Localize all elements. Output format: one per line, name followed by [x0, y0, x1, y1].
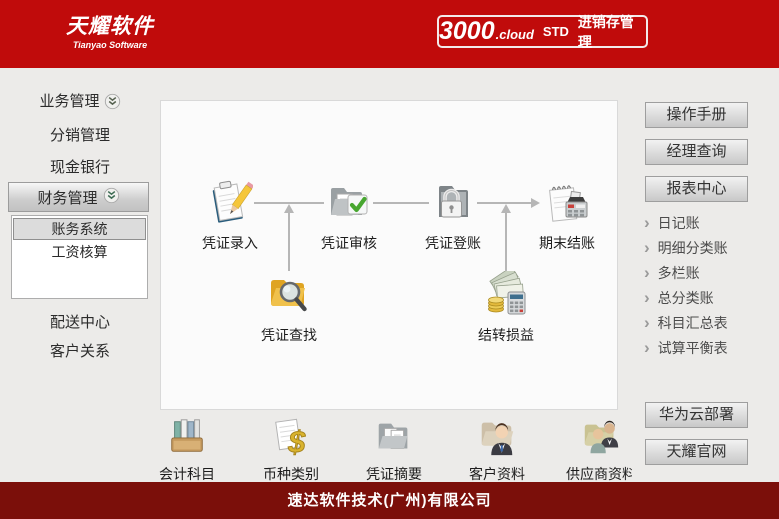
logo-title: 天耀软件 [66, 15, 154, 39]
submenu-item-payroll[interactable]: 工资核算 [13, 242, 146, 262]
sidebar-item-label: 现金银行 [50, 159, 110, 176]
workflow-step-voucher-audit[interactable]: 凭证审核 [301, 179, 397, 253]
report-link-label: 总分类账 [658, 288, 714, 308]
svg-text:$: $ [287, 425, 306, 458]
sidebar-item-label: 配送中心 [50, 314, 110, 331]
report-link-label: 试算平衡表 [658, 338, 728, 358]
report-link-subject-summary[interactable]: › 科目汇总表 [644, 313, 774, 333]
chevron-right-icon: › [644, 266, 650, 280]
shortcut-voucher-summary[interactable]: 凭证摘要 [349, 416, 439, 484]
report-link-label: 日记账 [658, 213, 700, 233]
badge-edition: STD [543, 24, 569, 39]
logo-subtitle: Tianyao Software [66, 40, 154, 50]
report-link-detail-ledger[interactable]: › 明细分类账 [644, 238, 774, 258]
folder-check-icon [326, 179, 372, 225]
workflow-step-label: 凭证查找 [241, 325, 337, 345]
shortcut-account-subjects[interactable]: 会计科目 [142, 416, 232, 484]
connector-line [505, 212, 507, 271]
report-link-journal[interactable]: › 日记账 [644, 213, 774, 233]
arrow-up-icon [501, 204, 511, 213]
report-link-general-ledger[interactable]: › 总分类账 [644, 288, 774, 308]
shortcut-label: 客户资料 [452, 464, 542, 484]
folder-search-icon [266, 271, 312, 317]
notepad-pencil-icon [207, 179, 253, 225]
report-link-label: 多栏账 [658, 263, 700, 283]
badge-cloud-suffix: .cloud [496, 27, 534, 46]
shortcut-label: 凭证摘要 [349, 464, 439, 484]
workflow-step-label: 凭证登账 [405, 233, 501, 253]
chevron-right-icon: › [644, 216, 650, 230]
customer-folder-icon [476, 416, 518, 458]
report-link-trial-balance[interactable]: › 试算平衡表 [644, 338, 774, 358]
huawei-cloud-button[interactable]: 华为云部署 [645, 402, 748, 428]
workflow-step-voucher-entry[interactable]: 凭证录入 [182, 179, 278, 253]
shortcut-label: 币种类别 [246, 464, 336, 484]
badge-number: 3000 [439, 19, 495, 44]
report-link-label: 明细分类账 [658, 238, 728, 258]
app-header: 天耀软件 Tianyao Software 3000 .cloud STD 进销… [0, 0, 779, 68]
dollar-document-icon: $ [270, 416, 312, 458]
workflow-step-label: 结转损益 [458, 325, 554, 345]
badge-product-name: 进销存管理 [578, 12, 646, 52]
sidebar-item-label: 财务管理 [37, 187, 97, 208]
footer-bar: 速达软件技术(广州)有限公司 [0, 482, 779, 519]
right-panel: 操作手册 经理查询 报表中心 › 日记账 › 明细分类账 › 多栏账 › 总分类账 › 科… [632, 68, 779, 482]
app-window: 天耀软件 Tianyao Software 3000 .cloud STD 进销… [0, 0, 779, 519]
chevron-right-icon: › [644, 316, 650, 330]
workflow-step-label: 期末结账 [519, 233, 615, 253]
left-sidebar: 业务管理 分销管理 现金银行 财务管理 账务系统 工资核算 配送中心 客户关系 [0, 68, 160, 482]
workflow-canvas: 凭证录入 凭证审核 [160, 100, 618, 410]
chevron-down-circle-icon [104, 97, 121, 114]
workflow-step-voucher-post[interactable]: 凭证登账 [405, 179, 501, 253]
sidebar-item-customer-relation[interactable]: 客户关系 [0, 340, 160, 361]
sidebar-item-delivery[interactable]: 配送中心 [0, 311, 160, 332]
sidebar-item-cash-bank[interactable]: 现金银行 [0, 156, 160, 177]
notepad-register-icon [544, 179, 590, 225]
shortcut-customer-info[interactable]: 客户资料 [452, 416, 542, 484]
sidebar-item-distribution[interactable]: 分销管理 [0, 124, 160, 145]
company-name: 速达软件技术(广州)有限公司 [288, 492, 492, 509]
manual-button[interactable]: 操作手册 [645, 102, 748, 128]
chevron-right-icon: › [644, 291, 650, 305]
product-badge: 3000 .cloud STD 进销存管理 [437, 15, 648, 48]
logo: 天耀软件 Tianyao Software [66, 15, 154, 50]
workflow-step-profit-carryover[interactable]: 结转损益 [458, 271, 554, 345]
chevron-right-icon: › [644, 241, 650, 255]
sidebar-item-finance[interactable]: 财务管理 [8, 182, 149, 212]
submenu-item-accounting-system[interactable]: 账务系统 [13, 218, 146, 240]
money-calculator-icon [483, 271, 529, 317]
workflow-step-voucher-search[interactable]: 凭证查找 [241, 271, 337, 345]
folder-docs-icon [373, 416, 415, 458]
arrow-up-icon [284, 204, 294, 213]
report-link-label: 科目汇总表 [658, 313, 728, 333]
workflow-step-label: 凭证录入 [182, 233, 278, 253]
chevron-down-circle-icon [103, 187, 120, 208]
supplier-folder-icon [580, 416, 622, 458]
shortcut-currency-types[interactable]: $ 币种类别 [246, 416, 336, 484]
folder-lock-icon [430, 179, 476, 225]
manager-query-button[interactable]: 经理查询 [645, 139, 748, 165]
report-center-button[interactable]: 报表中心 [645, 176, 748, 202]
finance-submenu: 账务系统 工资核算 [11, 215, 148, 299]
report-link-multicolumn[interactable]: › 多栏账 [644, 263, 774, 283]
binder-box-icon [166, 416, 208, 458]
workflow-step-label: 凭证审核 [301, 233, 397, 253]
sidebar-item-business[interactable]: 业务管理 [0, 90, 160, 114]
shortcut-label: 会计科目 [142, 464, 232, 484]
sidebar-item-label: 业务管理 [39, 93, 99, 110]
workflow-step-period-close[interactable]: 期末结账 [519, 179, 615, 253]
chevron-right-icon: › [644, 341, 650, 355]
sidebar-item-label: 分销管理 [50, 127, 110, 144]
sidebar-item-label: 客户关系 [50, 343, 110, 360]
connector-line [288, 212, 290, 271]
official-website-button[interactable]: 天耀官网 [645, 439, 748, 465]
